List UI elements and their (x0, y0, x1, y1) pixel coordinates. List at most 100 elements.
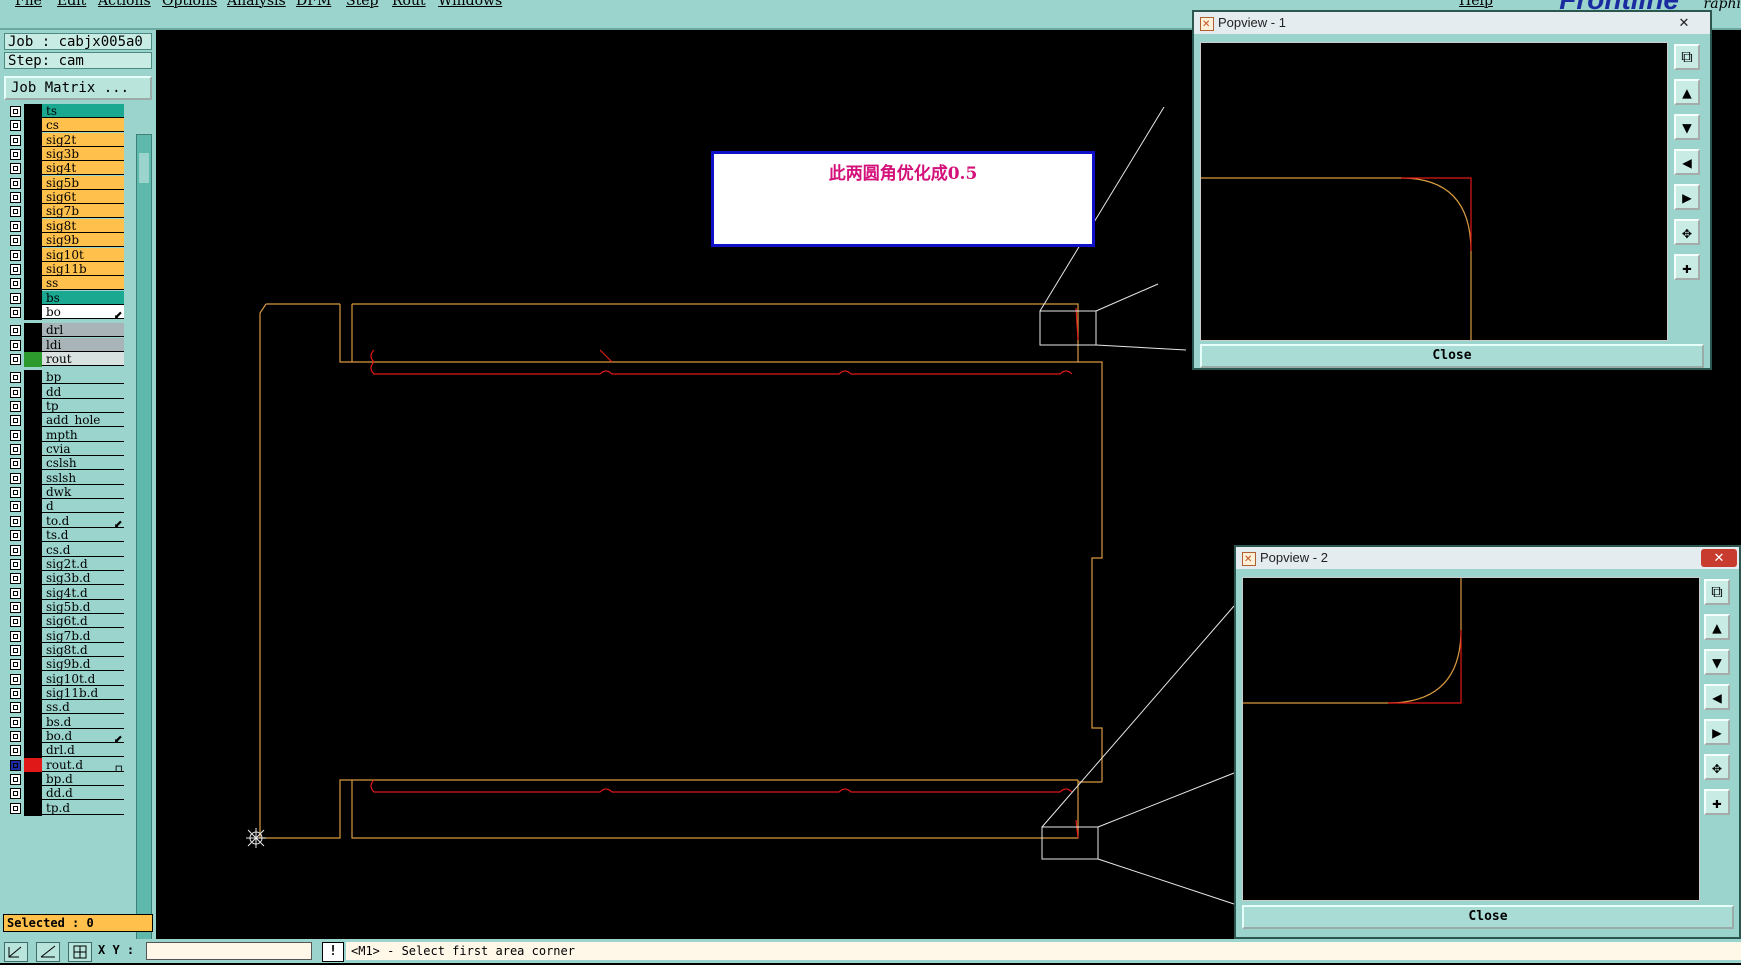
layer-list-scrollbar[interactable] (136, 134, 152, 942)
layer-row-bo[interactable]: bo⬋ (4, 305, 124, 320)
layer-name[interactable]: dd (42, 385, 124, 399)
close-icon[interactable]: ✕ (1666, 14, 1702, 32)
layer-row-sig10t.d[interactable]: sig10t.d (4, 672, 124, 687)
layer-swatch[interactable] (24, 600, 42, 615)
popview-1-close-button[interactable]: Close (1200, 344, 1704, 368)
layer-checkbox[interactable] (10, 516, 21, 527)
layer-swatch[interactable] (24, 571, 42, 586)
layer-checkbox[interactable] (10, 430, 21, 441)
layer-row-bo.d[interactable]: bo.d⬋ (4, 729, 124, 744)
layer-checkbox[interactable] (10, 235, 21, 246)
layer-checkbox[interactable] (10, 293, 21, 304)
layer-name[interactable]: tp (42, 399, 124, 413)
layer-row-ss[interactable]: ss (4, 276, 124, 291)
layer-name[interactable]: add_hole (42, 413, 124, 427)
layer-name[interactable]: dwk (42, 485, 124, 499)
pan-down-icon[interactable]: ▼ (1704, 649, 1730, 675)
layer-row-bp[interactable]: bp (4, 370, 124, 385)
layer-name[interactable]: sig8t (42, 219, 124, 233)
layer-row-dd[interactable]: dd (4, 385, 124, 400)
layer-row-sig5b[interactable]: sig5b (4, 176, 124, 191)
layer-checkbox[interactable] (10, 278, 21, 289)
layer-swatch[interactable] (24, 104, 42, 119)
layer-swatch[interactable] (24, 614, 42, 629)
menu-step[interactable]: Step (346, 0, 378, 9)
layer-name[interactable]: sig10t.d (42, 672, 124, 686)
layer-name[interactable]: cs (42, 118, 124, 132)
layer-row-ts.d[interactable]: ts.d (4, 528, 124, 543)
layer-name[interactable]: tp.d (42, 801, 124, 815)
menu-dfm[interactable]: DFM (296, 0, 331, 9)
layer-swatch[interactable] (24, 557, 42, 572)
layer-name[interactable]: sig7b (42, 204, 124, 218)
zoom-area-icon[interactable] (4, 942, 28, 962)
layer-swatch[interactable] (24, 629, 42, 644)
layer-swatch[interactable] (24, 528, 42, 543)
layer-checkbox[interactable] (10, 264, 21, 275)
layer-row-ldi[interactable]: ldi (4, 338, 124, 353)
layer-name[interactable]: ts (42, 104, 124, 118)
layer-checkbox[interactable] (10, 387, 21, 398)
layer-swatch[interactable] (24, 729, 42, 744)
layer-checkbox[interactable] (10, 659, 21, 670)
layer-checkbox[interactable] (10, 149, 21, 160)
layer-checkbox[interactable] (10, 573, 21, 584)
layer-swatch[interactable] (24, 643, 42, 658)
popview-2-titlebar[interactable]: Popview - 2 ✕ (1236, 547, 1739, 569)
layer-checkbox[interactable] (10, 788, 21, 799)
xy-coordinate-input[interactable] (146, 942, 312, 960)
popview-1-canvas[interactable] (1200, 42, 1668, 341)
layer-row-cslsh[interactable]: cslsh (4, 456, 124, 471)
layer-checkbox[interactable] (10, 717, 21, 728)
layer-row-sig3b.d[interactable]: sig3b.d (4, 571, 124, 586)
job-matrix-button[interactable]: Job Matrix ... (4, 76, 152, 100)
layer-row-sig7b[interactable]: sig7b (4, 204, 124, 219)
layer-name[interactable]: to.d (42, 514, 124, 528)
layer-name[interactable]: cs.d (42, 543, 124, 557)
layer-swatch[interactable] (24, 352, 42, 367)
layer-swatch[interactable] (24, 471, 42, 486)
layer-row-sig2t.d[interactable]: sig2t.d (4, 557, 124, 572)
layer-checkbox[interactable] (10, 250, 21, 261)
menu-rout[interactable]: Rout (392, 0, 426, 9)
layer-checkbox[interactable] (10, 731, 21, 742)
layer-checkbox[interactable] (10, 602, 21, 613)
layer-swatch[interactable] (24, 118, 42, 133)
layer-swatch[interactable] (24, 586, 42, 601)
layer-row-tp.d[interactable]: tp.d (4, 801, 124, 816)
layer-row-sig4t.d[interactable]: sig4t.d (4, 586, 124, 601)
layer-checkbox[interactable] (10, 616, 21, 627)
layer-name[interactable]: bo.d (42, 729, 124, 743)
layer-name[interactable]: sig7b.d (42, 629, 124, 643)
layer-name[interactable]: d (42, 499, 124, 513)
layer-name[interactable]: sig9b (42, 233, 124, 247)
layer-swatch[interactable] (24, 657, 42, 672)
layer-swatch[interactable] (24, 715, 42, 730)
menu-analysis[interactable]: Analysis (227, 0, 286, 9)
layer-row-to.d[interactable]: to.d⬋ (4, 514, 124, 529)
layer-checkbox[interactable] (10, 645, 21, 656)
layer-row-rout.d[interactable]: rout.d▫ (4, 758, 124, 773)
pan-right-icon[interactable]: ▶ (1704, 719, 1730, 745)
measure-icon[interactable] (36, 942, 60, 962)
layer-swatch[interactable] (24, 219, 42, 234)
layer-checkbox[interactable] (10, 473, 21, 484)
layer-row-sig2t[interactable]: sig2t (4, 133, 124, 148)
layer-swatch[interactable] (24, 786, 42, 801)
zoom-home-icon[interactable]: ✚ (1704, 789, 1730, 815)
layer-row-mpth[interactable]: mpth (4, 428, 124, 443)
layer-name[interactable]: ss.d (42, 700, 124, 714)
layer-swatch[interactable] (24, 262, 42, 277)
layer-name[interactable]: sig4t (42, 161, 124, 175)
layer-checkbox[interactable] (10, 803, 21, 814)
layer-name[interactable]: sig6t (42, 190, 124, 204)
layer-swatch[interactable] (24, 428, 42, 443)
layer-checkbox[interactable] (10, 120, 21, 131)
layer-checkbox[interactable] (10, 559, 21, 570)
layer-row-cvia[interactable]: cvia (4, 442, 124, 457)
layer-swatch[interactable] (24, 399, 42, 414)
layer-checkbox[interactable] (10, 206, 21, 217)
popview-1-titlebar[interactable]: Popview - 1 ✕ (1194, 12, 1710, 34)
layer-name[interactable]: dd.d (42, 786, 124, 800)
zoom-fit-icon[interactable]: ✥ (1704, 754, 1730, 780)
